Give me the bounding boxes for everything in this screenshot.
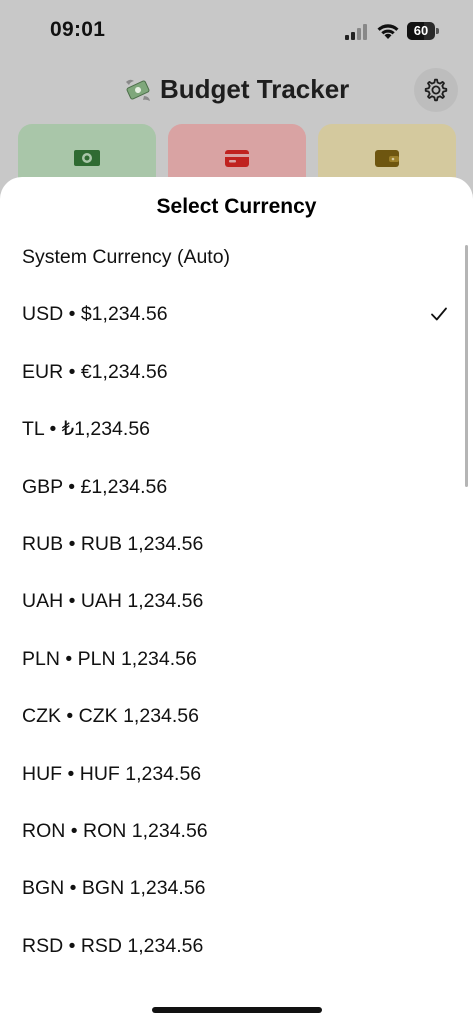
currency-option-label: RON • RON 1,234.56 xyxy=(22,819,208,842)
home-indicator[interactable] xyxy=(152,1007,322,1013)
currency-option-label: TL • ₺1,234.56 xyxy=(22,418,151,441)
currency-option-ron[interactable]: RON • RON 1,234.56 xyxy=(0,803,473,860)
currency-option-pln[interactable]: PLN • PLN 1,234.56 xyxy=(0,631,473,688)
currency-option-label: CZK • CZK 1,234.56 xyxy=(22,705,199,728)
app-title: Budget Tracker xyxy=(160,74,350,104)
credit-card-icon xyxy=(225,150,249,167)
currency-list: System Currency (Auto) USD • $1,234.56 EUR… xyxy=(0,229,473,975)
currency-option-usd[interactable]: USD • $1,234.56 xyxy=(0,286,473,343)
currency-option-uah[interactable]: UAH • UAH 1,234.56 xyxy=(0,573,473,630)
app-header: Budget Tracker xyxy=(0,62,473,118)
money-with-wings-icon xyxy=(126,79,150,101)
battery-level: 60 xyxy=(413,23,429,38)
currency-option-tl[interactable]: TL • ₺1,234.56 xyxy=(0,401,473,458)
sheet-title: Select Currency xyxy=(156,195,317,218)
currency-option-eur[interactable]: EUR • €1,234.56 xyxy=(0,344,473,401)
currency-option-rsd[interactable]: RSD • RSD 1,234.56 xyxy=(0,918,473,975)
scroll-indicator[interactable] xyxy=(465,245,468,487)
currency-sheet: Select Currency System Currency (Auto) US… xyxy=(0,177,473,1024)
status-bar: 09:01 60 xyxy=(0,0,473,62)
currency-option-label: BGN • BGN 1,234.56 xyxy=(22,877,206,900)
app-title-group: Budget Tracker xyxy=(124,74,349,105)
battery-icon: 60 xyxy=(407,22,439,40)
currency-option-label: PLN • PLN 1,234.56 xyxy=(22,647,197,670)
currency-option-huf[interactable]: HUF • HUF 1,234.56 xyxy=(0,746,473,803)
currency-option-label: HUF • HUF 1,234.56 xyxy=(22,762,202,785)
currency-option-czk[interactable]: CZK • CZK 1,234.56 xyxy=(0,688,473,745)
cellular-signal-icon xyxy=(345,24,367,40)
currency-option-rub[interactable]: RUB • RUB 1,234.56 xyxy=(0,516,473,573)
currency-option-label: UAH • UAH 1,234.56 xyxy=(22,590,204,613)
currency-option-label: RUB • RUB 1,234.56 xyxy=(22,532,204,555)
app-screen: 09:01 60 Budget Tracker Select Currency … xyxy=(0,0,473,1024)
wifi-icon xyxy=(377,24,399,39)
settings-button[interactable] xyxy=(414,68,458,112)
currency-option-gbp[interactable]: GBP • £1,234.56 xyxy=(0,459,473,516)
currency-option-bgn[interactable]: BGN • BGN 1,234.56 xyxy=(0,860,473,917)
gear-icon xyxy=(424,78,448,102)
currency-option-label: RSD • RSD 1,234.56 xyxy=(22,934,204,957)
currency-option-label: EUR • €1,234.56 xyxy=(22,360,168,383)
currency-option-label: USD • $1,234.56 xyxy=(22,303,168,326)
money-icon xyxy=(74,150,100,166)
currency-option-label: System Currency (Auto) xyxy=(22,246,231,268)
currency-option-label: GBP • £1,234.56 xyxy=(22,475,168,498)
wallet-icon xyxy=(375,150,399,167)
status-time: 09:01 xyxy=(50,18,106,41)
currency-option-auto[interactable]: System Currency (Auto) xyxy=(0,229,473,286)
checkmark-icon xyxy=(431,307,447,321)
